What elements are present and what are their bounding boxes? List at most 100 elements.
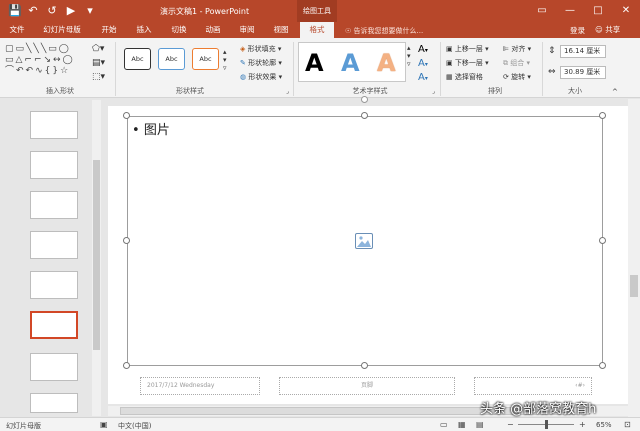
- shapes-gallery[interactable]: ▢▭╲╲╲▭◯ ▭△⌐⌐↘↔◯ ⌒↶↶∿{}☆: [5, 44, 85, 77]
- share-button[interactable]: ☺ 共享: [595, 24, 620, 35]
- bring-forward-button[interactable]: ▣ 上移一层 ▾: [446, 44, 489, 54]
- resize-handle[interactable]: [599, 237, 606, 244]
- shape-style-2[interactable]: Abc: [158, 48, 185, 70]
- tab-transitions[interactable]: 切换: [166, 22, 192, 38]
- align-button[interactable]: ⊫ 对齐 ▾: [503, 44, 531, 54]
- rotate-button[interactable]: ⟳ 旋转 ▾: [503, 72, 531, 82]
- zoom-in-icon[interactable]: +: [579, 420, 586, 429]
- wordart-gallery[interactable]: A A A: [298, 42, 406, 82]
- tab-format[interactable]: 格式: [300, 22, 334, 38]
- text-box-icon[interactable]: ▤▾: [92, 58, 105, 68]
- tab-file[interactable]: 文件: [4, 22, 30, 38]
- window-title: 演示文稿1 - PowerPoint: [160, 7, 250, 16]
- footer-slide-number[interactable]: ‹#›: [474, 377, 592, 395]
- wordart-dialog-launcher-icon[interactable]: ⌟: [432, 88, 435, 95]
- height-field[interactable]: 16.14 厘米: [560, 45, 606, 58]
- slide-thumbnail[interactable]: [30, 111, 78, 139]
- slide-thumbnail[interactable]: [30, 151, 78, 179]
- resize-handle[interactable]: [123, 362, 130, 369]
- wordart-style-blue[interactable]: A: [341, 49, 360, 77]
- wordart-style-black[interactable]: A: [305, 49, 324, 77]
- group-label-arrange: 排列: [488, 87, 502, 95]
- resize-handle[interactable]: [599, 112, 606, 119]
- footer-date[interactable]: 2017/7/12 Wednesday: [140, 377, 260, 395]
- maximize-icon[interactable]: □: [584, 0, 612, 22]
- resize-handle[interactable]: [123, 237, 130, 244]
- text-outline-icon[interactable]: A▾: [418, 58, 428, 69]
- wordart-scroll-icon[interactable]: ▴ ▾ ▿: [407, 44, 411, 68]
- slide-thumbnail[interactable]: [30, 353, 78, 381]
- resize-handle[interactable]: [123, 112, 130, 119]
- shape-style-1[interactable]: Abc: [124, 48, 151, 70]
- group-label-wordart-styles: 艺术字样式: [352, 87, 388, 95]
- slide-sorter-icon[interactable]: ▦: [458, 420, 466, 429]
- text-effects-icon[interactable]: A▾: [418, 72, 428, 83]
- slide-thumbnail[interactable]: [30, 231, 78, 259]
- sign-in-link[interactable]: 登录: [570, 25, 585, 36]
- height-icon: ⇕: [548, 46, 556, 56]
- view-indicator: 幻灯片母版: [6, 422, 41, 430]
- tab-home[interactable]: 开始: [96, 22, 122, 38]
- text-fill-icon[interactable]: A▾: [418, 44, 428, 55]
- tell-me-box[interactable]: ☉ 告诉我您想要做什么...: [345, 26, 423, 36]
- slide-vertical-scrollbar[interactable]: [628, 99, 640, 417]
- shape-fill-button[interactable]: ◈ 形状填充 ▾: [240, 44, 281, 54]
- reading-view-icon[interactable]: ▤: [476, 420, 484, 429]
- rotate-handle[interactable]: [361, 96, 368, 103]
- slide-thumbnail-selected[interactable]: [30, 311, 78, 339]
- tab-review[interactable]: 审阅: [234, 22, 260, 38]
- selection-pane-icon: ▦: [446, 73, 453, 81]
- spelling-icon[interactable]: ▣: [100, 420, 108, 429]
- send-backward-button[interactable]: ▣ 下移一层 ▾: [446, 58, 489, 68]
- edit-shape-icon[interactable]: ⬠▾: [92, 44, 104, 54]
- resize-handle[interactable]: [599, 362, 606, 369]
- share-label: 共享: [605, 25, 621, 34]
- minimize-icon[interactable]: —: [556, 0, 584, 22]
- footer-text[interactable]: 页脚: [279, 377, 455, 395]
- gallery-scroll-icon[interactable]: ▴ ▾ ▿: [223, 48, 227, 72]
- language-indicator[interactable]: 中文(中国): [118, 421, 151, 431]
- drawing-tools-label: 绘图工具: [297, 0, 337, 22]
- dialog-launcher-icon[interactable]: ⌟: [286, 88, 289, 95]
- tab-view[interactable]: 视图: [268, 22, 294, 38]
- save-icon[interactable]: 💾: [8, 4, 22, 17]
- zoom-slider-thumb[interactable]: [545, 420, 548, 429]
- collapse-ribbon-icon[interactable]: ^: [612, 88, 618, 96]
- shape-style-3[interactable]: Abc: [192, 48, 219, 70]
- tab-insert[interactable]: 插入: [131, 22, 157, 38]
- send-backward-icon: ▣: [446, 59, 453, 67]
- resize-handle[interactable]: [361, 362, 368, 369]
- zoom-level[interactable]: 65%: [596, 421, 612, 429]
- group-button[interactable]: ⧉ 组合 ▾: [503, 58, 530, 68]
- tab-animations[interactable]: 动画: [200, 22, 226, 38]
- slide-thumbnail[interactable]: [30, 393, 78, 413]
- bullet-text: • 图片: [132, 123, 170, 138]
- group-icon: ⧉: [503, 59, 508, 67]
- thumbnail-scrollbar[interactable]: [92, 100, 101, 416]
- zoom-out-icon[interactable]: −: [507, 420, 514, 429]
- wordart-style-orange[interactable]: A: [377, 49, 396, 77]
- selection-pane-button[interactable]: ▦ 选择窗格: [446, 72, 483, 82]
- redo-icon[interactable]: ↺: [46, 4, 58, 17]
- slide-thumbnail[interactable]: [30, 191, 78, 219]
- resize-handle[interactable]: [361, 112, 368, 119]
- customize-icon[interactable]: ▾: [84, 4, 96, 17]
- width-icon: ⇔: [548, 67, 556, 77]
- shape-effects-button[interactable]: ◍ 形状效果 ▾: [240, 72, 282, 82]
- width-field[interactable]: 30.89 厘米: [560, 66, 606, 79]
- tab-slide-master[interactable]: 幻灯片母版: [36, 22, 88, 38]
- present-icon[interactable]: ▶: [65, 4, 77, 17]
- bring-forward-icon: ▣: [446, 45, 453, 53]
- normal-view-icon[interactable]: ▭: [440, 420, 448, 429]
- fit-to-window-icon[interactable]: ⊡: [624, 420, 631, 429]
- ribbon-display-icon[interactable]: ▭: [528, 0, 556, 22]
- merge-shapes-icon[interactable]: ⬚▾: [92, 72, 105, 82]
- picture-placeholder-icon[interactable]: [355, 233, 373, 249]
- slide-thumbnail[interactable]: [30, 271, 78, 299]
- slide-canvas[interactable]: • 图片 2017/7/12 Wednesday 页脚 ‹#›: [108, 96, 628, 404]
- ribbon: ▢▭╲╲╲▭◯ ▭△⌐⌐↘↔◯ ⌒↶↶∿{}☆ ⬠▾ ▤▾ ⬚▾ 插入形状 Abc …: [0, 38, 640, 98]
- close-icon[interactable]: ✕: [612, 0, 640, 22]
- shape-outline-button[interactable]: ✎ 形状轮廓 ▾: [240, 58, 282, 68]
- undo-icon[interactable]: ↶: [27, 4, 39, 17]
- person-icon: ☺: [595, 25, 603, 34]
